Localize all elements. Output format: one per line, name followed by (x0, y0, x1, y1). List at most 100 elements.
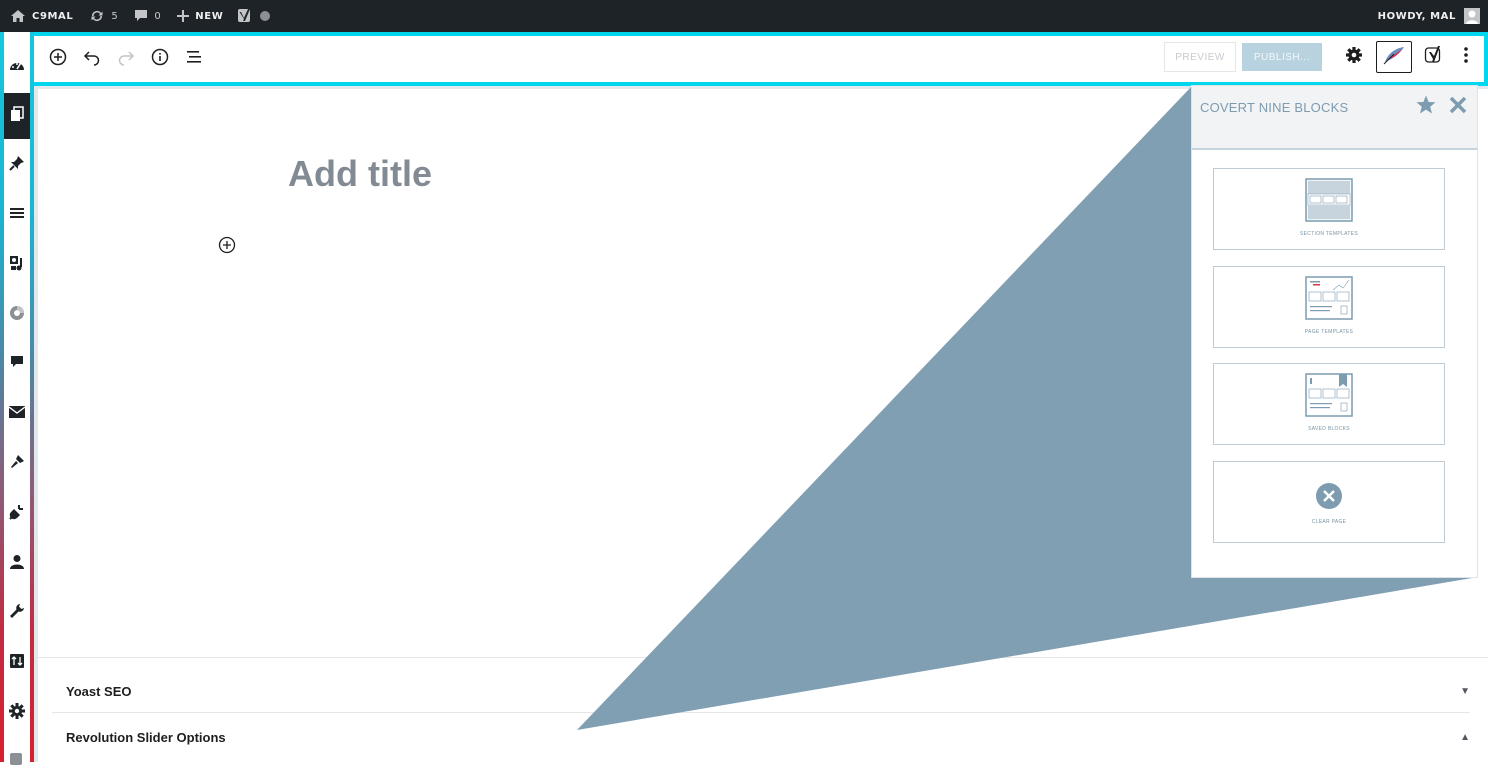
sidebar-item-lists[interactable] (4, 200, 30, 230)
saved-blocks-icon (1305, 373, 1353, 422)
section-templates-icon (1305, 178, 1353, 227)
updates-count: 5 (111, 10, 119, 22)
more-options-button[interactable] (1456, 41, 1476, 73)
account-menu[interactable]: HOWDY, MAL (1378, 8, 1480, 24)
comment-icon (10, 355, 24, 374)
content-info-button[interactable] (148, 45, 172, 73)
vertical-ellipsis-icon (1463, 46, 1469, 69)
add-block-button[interactable] (46, 45, 70, 73)
new-content-menu[interactable]: NEW (177, 10, 223, 22)
comment-bubble-icon (134, 9, 148, 23)
editor-toolbar (46, 45, 206, 73)
clear-page-icon (1315, 482, 1343, 515)
settings-button[interactable] (1338, 41, 1370, 73)
sidebar-item-appearance[interactable] (4, 449, 30, 479)
updates-menu[interactable]: 5 (89, 9, 118, 23)
pushpin-icon (9, 155, 25, 176)
redo-button[interactable] (114, 45, 138, 73)
metabox-divider (38, 657, 1488, 658)
admin-bar: C9MAL 5 0 NEW HOWDY, MAL (0, 0, 1488, 32)
home-icon (10, 9, 26, 23)
site-menu[interactable]: C9MAL (10, 9, 73, 23)
sidebar-item-dashboard[interactable] (4, 52, 30, 82)
sidebar-item-comments[interactable] (4, 349, 30, 379)
sidebar-item-media[interactable] (4, 250, 30, 280)
yoast-icon (1424, 45, 1444, 70)
collapse-toggle[interactable]: ▲ (1460, 732, 1470, 743)
metabox-divider (52, 712, 1470, 713)
plus-icon (177, 10, 190, 22)
page-templates-icon (1305, 276, 1353, 325)
yoast-seo-button[interactable] (1418, 41, 1450, 73)
sidebar-item-pages[interactable] (4, 93, 30, 139)
sidebar-item-tools[interactable] (4, 598, 30, 628)
undo-button[interactable] (80, 45, 104, 73)
editor-header: PREVIEW PUBLISH... (34, 32, 1488, 86)
block-inserter-button[interactable] (218, 236, 236, 259)
avatar (1464, 8, 1480, 24)
publish-button[interactable]: PUBLISH... (1241, 43, 1322, 71)
sidebar-item-settings[interactable] (4, 698, 30, 728)
media-icon (9, 255, 25, 276)
covert-nine-blocks-panel: COVERT NINE BLOCKS SECTION TEMPLATES PAG… (1192, 86, 1477, 577)
metabox-title: Revolution Slider Options (66, 729, 226, 745)
preview-button[interactable]: PREVIEW (1164, 42, 1236, 72)
outline-list-icon (185, 49, 203, 70)
card-label: SAVED BLOCKS (1308, 426, 1350, 432)
sidebar-item-plugins[interactable] (4, 499, 30, 529)
wrench-icon (9, 603, 25, 624)
sidebar-item-users[interactable] (4, 549, 30, 579)
feather-logo-icon (1382, 45, 1406, 70)
post-title-input[interactable]: Add title (288, 153, 432, 195)
redo-icon (117, 48, 135, 71)
yoast-icon (237, 8, 253, 24)
yoast-sidebar-icon (9, 749, 25, 770)
updates-icon (89, 9, 105, 23)
section-templates-card[interactable]: SECTION TEMPLATES (1213, 168, 1445, 250)
metabox-yoast-seo[interactable]: Yoast SEO ▼ (52, 669, 1470, 713)
user-icon (10, 554, 24, 575)
envelope-icon (8, 405, 26, 423)
list-icon (10, 206, 24, 224)
editor-actions: PREVIEW PUBLISH... (1164, 41, 1476, 73)
panel-header: COVERT NINE BLOCKS (1192, 86, 1477, 150)
covert-nine-blocks-button[interactable] (1376, 41, 1412, 73)
comments-count: 0 (154, 10, 162, 22)
plus-circle-icon (49, 48, 67, 71)
sidebar-item-revolution-slider[interactable] (4, 300, 30, 330)
metabox-title: Yoast SEO (66, 683, 132, 699)
card-label: PAGE TEMPLATES (1304, 329, 1354, 335)
sidebar-item-transfer[interactable] (4, 648, 30, 678)
new-label: NEW (195, 10, 224, 22)
gear-icon (1345, 46, 1363, 69)
panel-title: COVERT NINE BLOCKS (1200, 100, 1349, 115)
undo-icon (83, 48, 101, 71)
gear-icon (9, 702, 25, 724)
star-icon[interactable] (1415, 94, 1437, 121)
transfer-icon (10, 653, 24, 673)
site-name: C9MAL (32, 10, 74, 22)
sidebar-item-yoast[interactable] (4, 744, 30, 774)
status-dot-icon (259, 10, 271, 22)
info-icon (151, 48, 169, 71)
comments-menu[interactable]: 0 (134, 9, 161, 23)
dashboard-icon (9, 58, 25, 77)
sidebar-item-mail[interactable] (4, 399, 30, 429)
paintbrush-icon (9, 454, 25, 475)
page-templates-card[interactable]: PAGE TEMPLATES (1213, 266, 1445, 348)
collapse-toggle[interactable]: ▼ (1460, 686, 1470, 697)
admin-sidebar (0, 32, 34, 765)
close-icon[interactable] (1447, 94, 1469, 121)
saved-blocks-card[interactable]: SAVED BLOCKS (1213, 363, 1445, 445)
plus-circle-icon (218, 236, 236, 258)
pages-icon (10, 105, 24, 127)
metabox-revolution-slider[interactable]: Revolution Slider Options ▲ (52, 715, 1470, 759)
greeting: HOWDY, MAL (1377, 10, 1456, 22)
card-label: CLEAR PAGE (1311, 519, 1347, 525)
yoast-menu[interactable] (237, 8, 271, 24)
plug-icon (9, 504, 25, 525)
sidebar-item-posts[interactable] (4, 150, 30, 180)
clear-page-card[interactable]: CLEAR PAGE (1213, 461, 1445, 543)
card-label: SECTION TEMPLATES (1300, 231, 1358, 237)
block-navigation-button[interactable] (182, 45, 206, 73)
